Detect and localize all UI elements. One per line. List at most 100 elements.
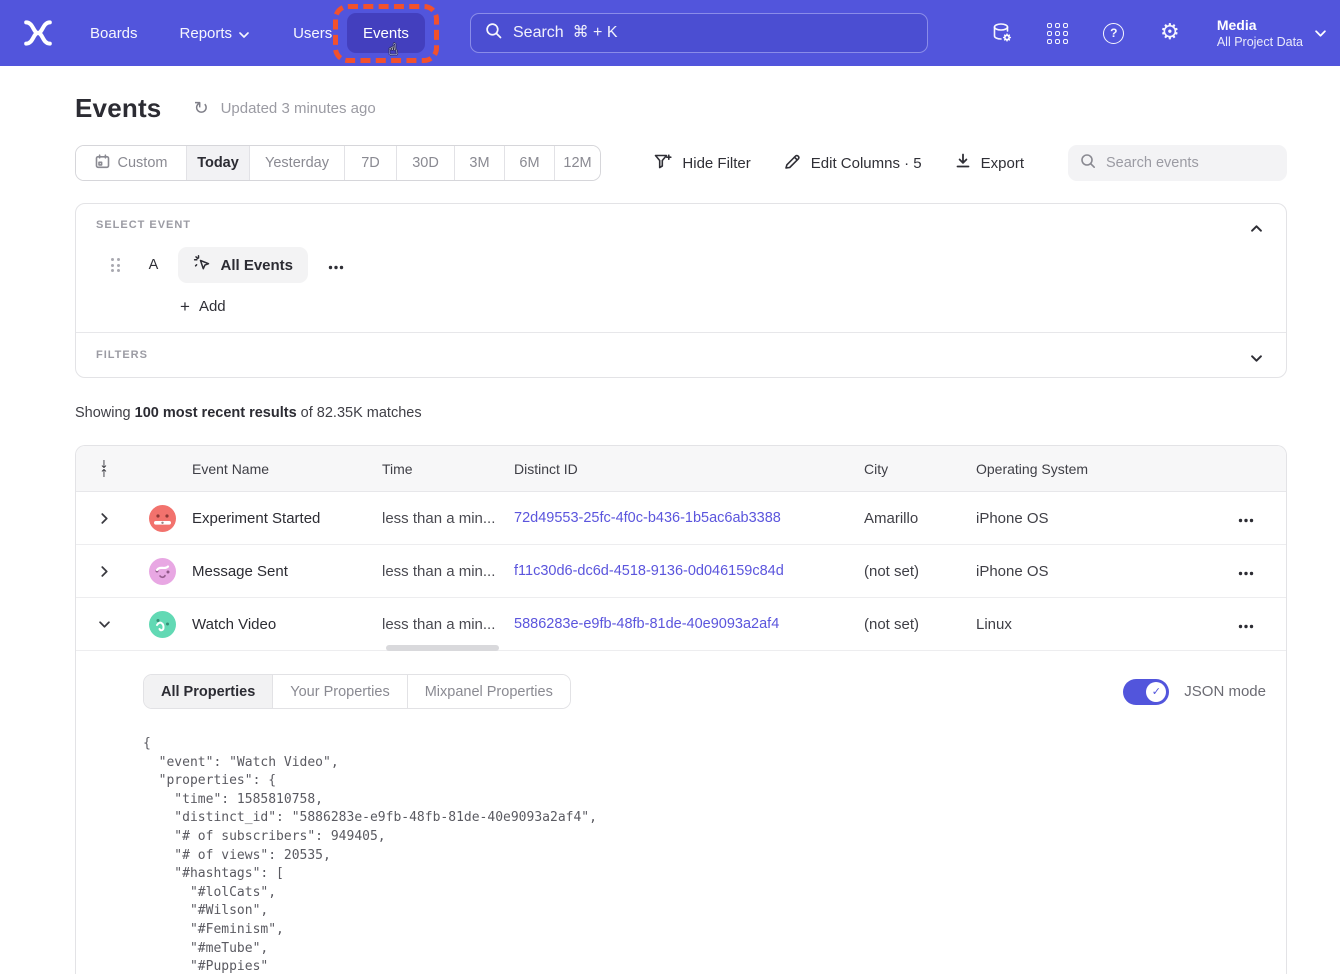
event-os: iPhone OS	[976, 563, 1176, 580]
expand-filters-button[interactable]	[1245, 344, 1268, 371]
refresh-button[interactable]: ↻	[193, 100, 208, 118]
tab-mixpanel-properties[interactable]: Mixpanel Properties	[407, 675, 570, 708]
event-sparkle-cursor-icon	[193, 254, 212, 277]
event-selector-button[interactable]: All Events	[178, 247, 309, 283]
event-row: A All Events	[96, 247, 1266, 283]
horizontal-scrollbar[interactable]	[386, 645, 499, 651]
row-more-button[interactable]	[1234, 613, 1258, 636]
check-icon: ✓	[1152, 685, 1161, 698]
select-event-section: SELECT EVENT A All Events	[76, 204, 1286, 332]
date-range-3m[interactable]: 3M	[454, 146, 504, 180]
event-name: Message Sent	[192, 563, 382, 580]
apps-grid-icon[interactable]	[1045, 20, 1071, 46]
filters-label: FILTERS	[96, 349, 1266, 361]
row-more-button[interactable]	[1234, 507, 1258, 530]
page-header: Events ↻ Updated 3 minutes ago	[75, 93, 1287, 124]
chevron-down-icon	[1315, 24, 1326, 42]
ellipsis-icon	[1238, 571, 1254, 576]
collapse-row-button[interactable]	[95, 617, 114, 632]
nav-item-boards[interactable]: Boards	[90, 25, 138, 42]
toggle-knob: ✓	[1146, 682, 1166, 702]
date-range-picker: Custom Today Yesterday 7D 30D 3M 6M 12M	[75, 145, 601, 181]
table-row: Experiment Started less than a min... 72…	[76, 492, 1286, 545]
hide-filter-button[interactable]: Hide Filter	[654, 153, 750, 174]
date-range-today[interactable]: Today	[186, 146, 249, 180]
date-range-12m[interactable]: 12M	[554, 146, 600, 180]
event-more-button[interactable]	[322, 252, 350, 279]
results-count: 100 most recent results	[135, 405, 297, 421]
edit-columns-button[interactable]: Edit Columns · 5	[784, 153, 922, 174]
help-icon[interactable]: ?	[1101, 20, 1127, 46]
chevron-down-icon	[239, 25, 249, 42]
date-range-custom[interactable]: Custom	[76, 146, 186, 180]
event-avatar	[149, 558, 176, 585]
col-os: Operating System	[976, 461, 1176, 477]
chevron-right-icon	[101, 566, 108, 577]
event-json-content: { "event": "Watch Video", "properties": …	[143, 735, 1266, 974]
nav-item-reports[interactable]: Reports	[180, 25, 250, 42]
event-avatar	[149, 611, 176, 638]
event-detail-panel: All Properties Your Properties Mixpanel …	[76, 651, 1286, 974]
results-summary: Showing 100 most recent results of 82.35…	[75, 405, 1287, 421]
distinct-id-link[interactable]: 72d49553-25fc-4f0c-b436-1b5ac6ab3388	[514, 510, 864, 526]
ellipsis-icon	[1238, 624, 1254, 629]
chevron-right-icon	[101, 513, 108, 524]
event-city: (not set)	[864, 563, 976, 580]
properties-tabs: All Properties Your Properties Mixpanel …	[143, 674, 571, 709]
event-avatar	[149, 505, 176, 532]
ellipsis-icon	[328, 265, 344, 270]
settings-gear-icon[interactable]: ⚙	[1157, 20, 1183, 46]
mixpanel-logo-icon[interactable]	[22, 18, 54, 48]
date-range-6m[interactable]: 6M	[504, 146, 554, 180]
date-range-30d[interactable]: 30D	[396, 146, 454, 180]
query-builder-card: SELECT EVENT A All Events	[75, 203, 1287, 378]
export-button[interactable]: Export	[955, 153, 1024, 173]
chevron-down-icon	[99, 621, 110, 628]
event-city: Amarillo	[864, 510, 976, 527]
controls-row: Custom Today Yesterday 7D 30D 3M 6M 12M …	[75, 145, 1287, 181]
select-event-label: SELECT EVENT	[96, 219, 1266, 231]
filters-section[interactable]: FILTERS	[76, 333, 1286, 377]
col-event-name: Event Name	[192, 461, 382, 477]
event-time: less than a min...	[382, 616, 514, 633]
expand-row-button[interactable]	[97, 562, 112, 581]
row-more-button[interactable]	[1234, 560, 1258, 583]
search-icon	[1080, 153, 1096, 174]
refresh-icon: ↻	[193, 98, 208, 119]
tab-all-properties[interactable]: All Properties	[144, 675, 272, 708]
event-name: Watch Video	[192, 616, 382, 633]
event-os: iPhone OS	[976, 510, 1176, 527]
date-range-7d[interactable]: 7D	[344, 146, 396, 180]
filter-funnel-icon	[654, 153, 672, 174]
nav-item-users[interactable]: Users	[293, 25, 332, 42]
event-name: Experiment Started	[192, 510, 382, 527]
calendar-icon	[95, 154, 110, 173]
project-name: Media	[1217, 16, 1303, 34]
global-search-input[interactable]	[513, 24, 913, 42]
distinct-id-link[interactable]: 5886283e-e9fb-48fb-81de-40e9093a2af4	[514, 616, 864, 632]
distinct-id-link[interactable]: f11c30d6-dc6d-4518-9136-0d046159c84d	[514, 563, 864, 579]
top-navbar: Boards Reports Users Events ☝ ?	[0, 0, 1340, 66]
event-time: less than a min...	[382, 510, 514, 527]
updated-text: Updated 3 minutes ago	[221, 100, 376, 117]
date-range-yesterday[interactable]: Yesterday	[249, 146, 344, 180]
project-switcher[interactable]: Media All Project Data	[1217, 16, 1326, 50]
add-event-button[interactable]: + Add	[180, 298, 226, 315]
drag-handle-icon[interactable]	[111, 258, 120, 272]
page-title: Events	[75, 93, 161, 124]
pencil-icon	[784, 153, 801, 174]
events-search-input[interactable]	[1106, 155, 1293, 171]
events-search[interactable]	[1068, 145, 1287, 181]
json-mode-toggle[interactable]: ✓	[1123, 679, 1169, 705]
event-row-letter: A	[147, 257, 161, 273]
collapse-section-button[interactable]	[1245, 214, 1268, 241]
col-distinct-id: Distinct ID	[514, 461, 864, 477]
table-row-expanded: Watch Video less than a min... 5886283e-…	[76, 598, 1286, 651]
expand-row-button[interactable]	[97, 509, 112, 528]
global-search[interactable]	[470, 13, 928, 53]
nav-item-events[interactable]: Events	[347, 13, 425, 53]
collapse-all-rows-button[interactable]: ↓↑	[99, 460, 108, 478]
tab-your-properties[interactable]: Your Properties	[272, 675, 406, 708]
data-management-icon[interactable]	[989, 20, 1015, 46]
json-mode-label: JSON mode	[1184, 683, 1266, 700]
